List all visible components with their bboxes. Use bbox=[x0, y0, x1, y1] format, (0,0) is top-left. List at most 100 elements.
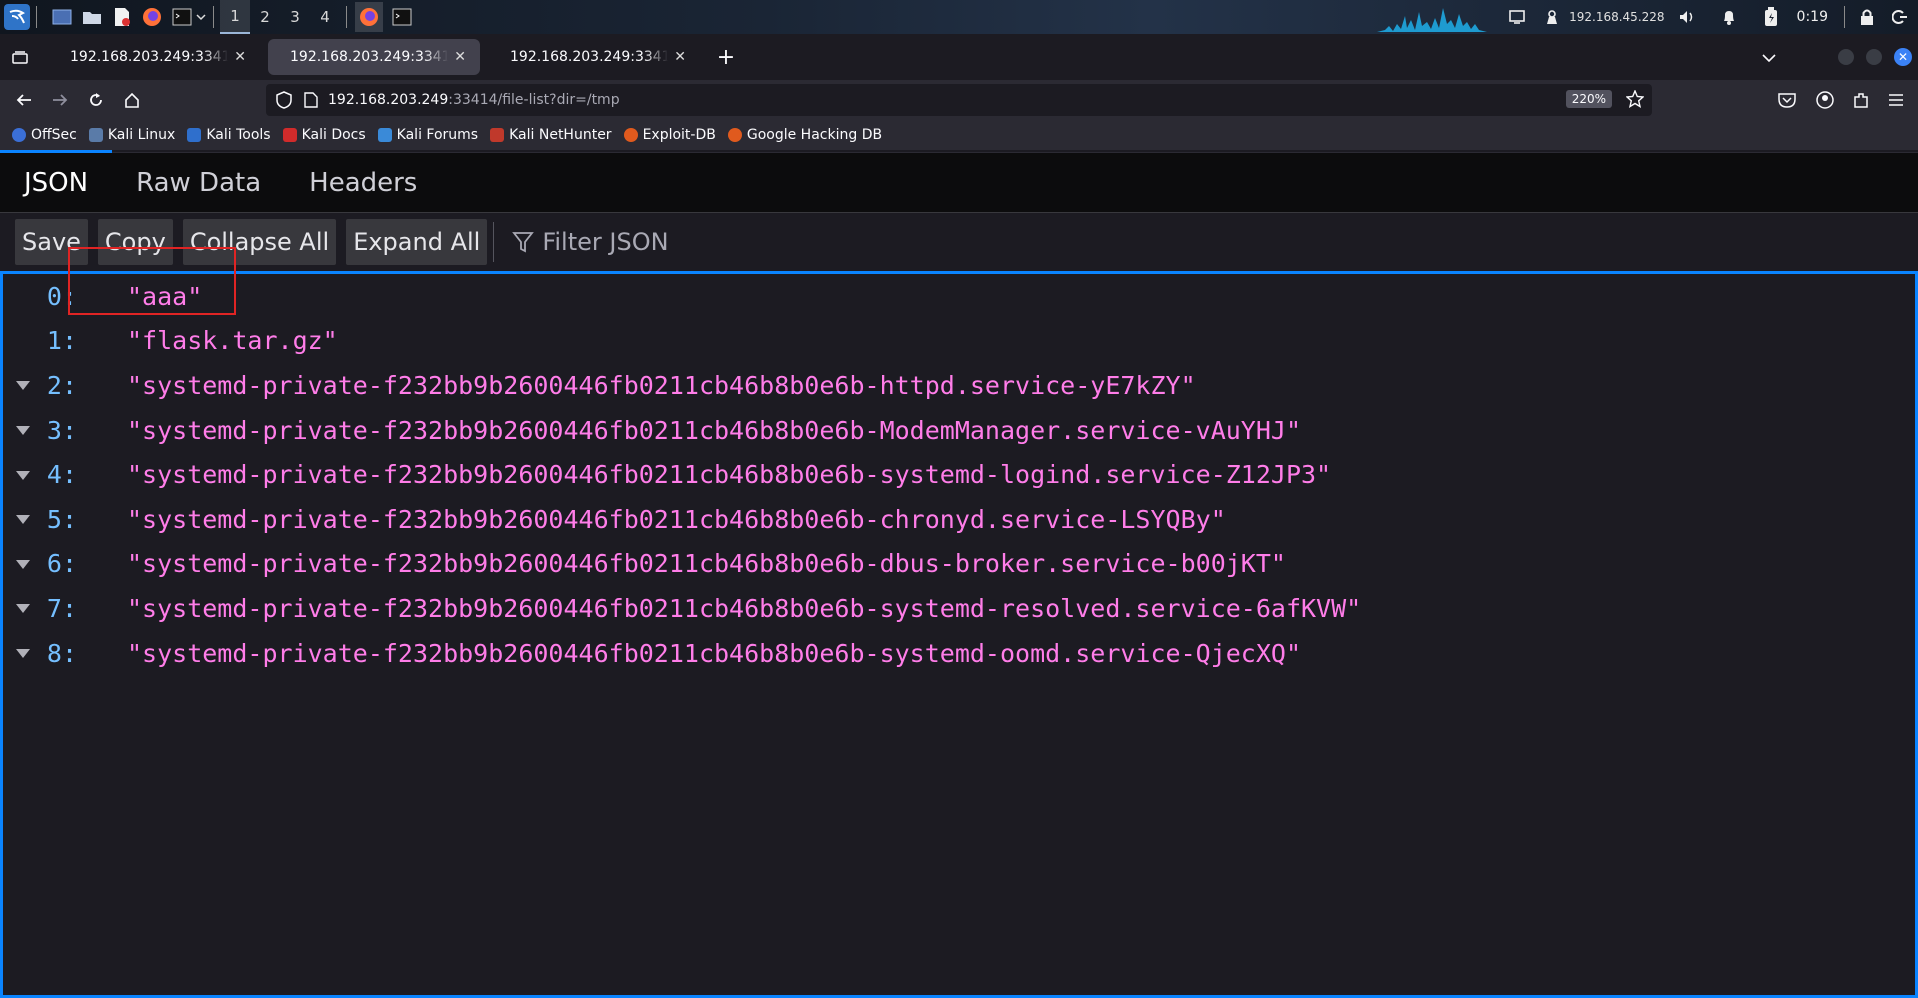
terminal-icon[interactable] bbox=[171, 6, 193, 28]
system-tray: 192.168.45.228 0:19 bbox=[1377, 0, 1918, 34]
minimize-button[interactable] bbox=[1838, 49, 1854, 65]
show-desktop-icon[interactable] bbox=[51, 6, 73, 28]
bookmark-label: Exploit-DB bbox=[642, 127, 716, 143]
home-icon[interactable] bbox=[114, 84, 150, 116]
back-arrow-icon[interactable] bbox=[6, 84, 42, 116]
shield-icon[interactable] bbox=[276, 91, 292, 109]
tab-manager-icon[interactable] bbox=[0, 50, 40, 64]
workspace-label: 1 bbox=[230, 7, 240, 25]
workspace-label: 4 bbox=[320, 8, 330, 26]
battery-icon[interactable] bbox=[1764, 7, 1778, 27]
json-tree-row[interactable]: 8: "systemd-private-f232bb9b2600446fb0211… bbox=[3, 631, 1915, 676]
new-tab-button[interactable]: + bbox=[712, 45, 740, 70]
maximize-button[interactable] bbox=[1866, 49, 1882, 65]
ghdb-icon bbox=[727, 128, 742, 142]
forward-arrow-icon[interactable] bbox=[42, 84, 78, 116]
pocket-icon[interactable] bbox=[1778, 92, 1796, 108]
close-icon[interactable]: ✕ bbox=[454, 49, 466, 65]
close-icon[interactable]: ✕ bbox=[674, 49, 686, 65]
bookmark-label: OffSec bbox=[31, 127, 77, 143]
json-key: 3: bbox=[46, 415, 77, 445]
json-tree-row[interactable]: 0: "aaa" bbox=[3, 274, 1915, 319]
file-manager-icon[interactable] bbox=[81, 6, 103, 28]
extensions-icon[interactable] bbox=[1852, 91, 1870, 109]
firefox-icon[interactable] bbox=[141, 6, 163, 28]
json-string-value: "systemd-private-f232bb9b2600446fb0211cb… bbox=[127, 370, 1196, 400]
browser-tab[interactable]: 192.168.203.249:33414/h ✕ bbox=[48, 39, 260, 75]
bookmark-google-hacking-db[interactable]: Google Hacking DB bbox=[727, 127, 882, 143]
workspace-2[interactable]: 2 bbox=[250, 0, 280, 34]
url-bar[interactable]: 192.168.203.249:33414/file-list?dir=/tmp… bbox=[266, 84, 1652, 116]
text-editor-icon[interactable] bbox=[111, 6, 133, 28]
filter-json-input[interactable]: Filter JSON bbox=[512, 228, 669, 256]
window-close-button[interactable]: ✕ bbox=[1894, 48, 1912, 66]
tab-raw-data[interactable]: Raw Data bbox=[112, 153, 285, 213]
url-path: :33414/file-list?dir=/tmp bbox=[448, 92, 620, 108]
expand-triangle-icon[interactable] bbox=[3, 513, 43, 525]
bookmark-label: Kali Linux bbox=[107, 127, 176, 143]
taskbar-separator bbox=[346, 6, 347, 28]
json-tree-row[interactable]: 5: "systemd-private-f232bb9b2600446fb0211… bbox=[3, 497, 1915, 542]
bookmark-kali-forums[interactable]: Kali Forums bbox=[377, 127, 478, 143]
account-icon[interactable] bbox=[1816, 91, 1834, 109]
json-tree: 0: "aaa" 1: "flask.tar.gz" 2: "systemd-privat… bbox=[3, 274, 1915, 675]
json-key: 2: bbox=[46, 370, 77, 400]
expand-triangle-icon[interactable] bbox=[3, 424, 43, 436]
kali-menu-icon[interactable] bbox=[4, 4, 30, 30]
json-tree-row[interactable]: 4: "systemd-private-f232bb9b2600446fb0211… bbox=[3, 452, 1915, 497]
firefox-window-icon[interactable] bbox=[355, 2, 383, 32]
bell-icon[interactable] bbox=[1721, 8, 1737, 26]
browser-tab[interactable]: 192.168.203.249:33414/in ✕ bbox=[488, 39, 700, 75]
filter-placeholder: Filter JSON bbox=[542, 228, 669, 256]
json-string-value: "systemd-private-f232bb9b2600446fb0211cb… bbox=[127, 549, 1286, 579]
json-tree-row[interactable]: 6: "systemd-private-f232bb9b2600446fb0211… bbox=[3, 542, 1915, 587]
vpn-lock-icon[interactable] bbox=[1544, 9, 1560, 25]
reload-icon[interactable] bbox=[78, 84, 114, 116]
expand-triangle-icon[interactable] bbox=[3, 647, 43, 659]
json-string-value: "systemd-private-f232bb9b2600446fb0211cb… bbox=[127, 504, 1226, 534]
bookmark-kali-tools[interactable]: Kali Tools bbox=[187, 127, 271, 143]
bookmark-offsec[interactable]: OffSec bbox=[12, 127, 77, 143]
logout-icon[interactable] bbox=[1892, 9, 1908, 25]
json-tree-row[interactable]: 2: "systemd-private-f232bb9b2600446fb0211… bbox=[3, 363, 1915, 408]
json-key: 5: bbox=[46, 504, 77, 534]
offsec-icon bbox=[12, 128, 26, 142]
json-tree-row[interactable]: 1: "flask.tar.gz" bbox=[3, 319, 1915, 364]
network-ip: 192.168.45.228 bbox=[1569, 10, 1665, 24]
json-tree-row[interactable]: 3: "systemd-private-f232bb9b2600446fb0211… bbox=[3, 408, 1915, 453]
browser-tab-active[interactable]: 192.168.203.249:33414/fi ✕ bbox=[268, 39, 480, 75]
json-tree-row[interactable]: 7: "systemd-private-f232bb9b2600446fb0211… bbox=[3, 586, 1915, 631]
tab-title: 192.168.203.249:33414/h bbox=[70, 49, 229, 65]
terminal-window-icon[interactable] bbox=[391, 6, 413, 28]
json-tree-panel: 0: "aaa" 1: "flask.tar.gz" 2: "systemd-privat… bbox=[0, 271, 1918, 998]
hamburger-menu-icon[interactable] bbox=[1888, 93, 1904, 107]
workspace-1[interactable]: 1 bbox=[220, 0, 250, 34]
expand-triangle-icon[interactable] bbox=[3, 602, 43, 614]
display-icon[interactable] bbox=[1508, 9, 1526, 25]
expand-all-button[interactable]: Expand All bbox=[346, 219, 488, 265]
zoom-level-badge[interactable]: 220% bbox=[1565, 90, 1612, 108]
page-info-icon[interactable] bbox=[304, 92, 318, 108]
json-string-value: "flask.tar.gz" bbox=[127, 326, 338, 356]
bookmark-label: Kali NetHunter bbox=[509, 127, 612, 143]
close-icon[interactable]: ✕ bbox=[234, 49, 246, 65]
list-all-tabs-icon[interactable] bbox=[1762, 48, 1776, 67]
expand-triangle-icon[interactable] bbox=[3, 469, 43, 481]
json-string-value: "systemd-private-f232bb9b2600446fb0211cb… bbox=[127, 638, 1301, 668]
bookmark-kali-nethunter[interactable]: Kali NetHunter bbox=[490, 127, 612, 143]
exploit-db-icon bbox=[623, 128, 638, 142]
chevron-down-icon[interactable] bbox=[195, 6, 207, 28]
tab-json[interactable]: JSON bbox=[0, 150, 113, 213]
tab-headers[interactable]: Headers bbox=[285, 153, 441, 213]
workspace-3[interactable]: 3 bbox=[280, 0, 310, 34]
workspace-4[interactable]: 4 bbox=[310, 0, 340, 34]
bookmark-star-icon[interactable] bbox=[1625, 89, 1645, 112]
lock-icon[interactable] bbox=[1860, 8, 1874, 26]
expand-triangle-icon[interactable] bbox=[3, 379, 43, 391]
bookmark-kali-linux[interactable]: Kali Linux bbox=[88, 127, 176, 143]
bookmark-exploit-db[interactable]: Exploit-DB bbox=[623, 127, 716, 143]
volume-icon[interactable] bbox=[1678, 9, 1696, 25]
expand-triangle-icon[interactable] bbox=[3, 558, 43, 570]
bookmark-kali-docs[interactable]: Kali Docs bbox=[282, 127, 366, 143]
clock[interactable]: 0:19 bbox=[1797, 9, 1828, 25]
